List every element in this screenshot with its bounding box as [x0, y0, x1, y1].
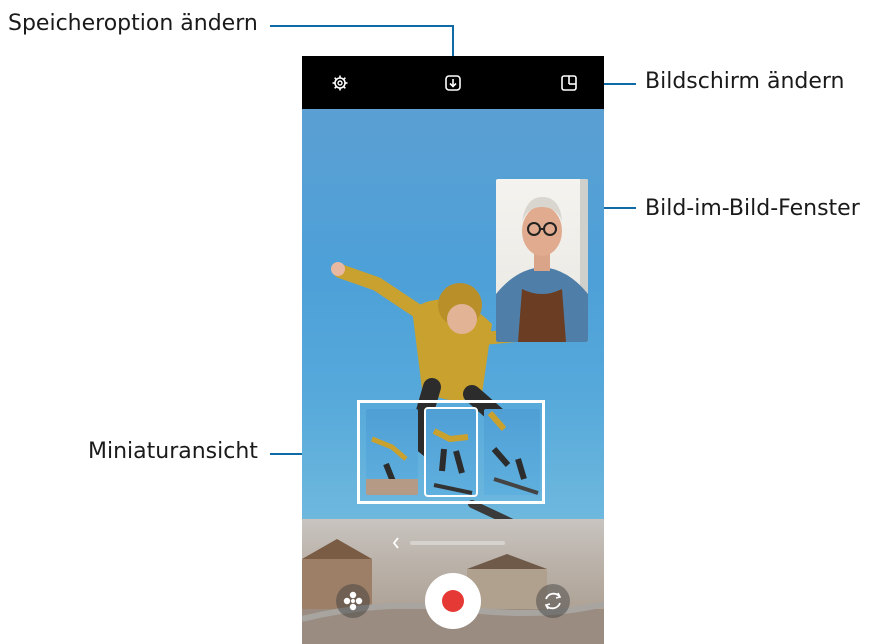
pip-window[interactable]: [496, 179, 588, 342]
callout-thumbnail-view: Miniaturansicht: [88, 439, 258, 464]
person-portrait: [496, 179, 588, 342]
mode-selector[interactable]: [390, 536, 510, 550]
callout-change-screen: Bildschirm ändern: [645, 69, 845, 94]
camera-switch-icon: [544, 592, 562, 610]
callout-pip-window: Bild-im-Bild-Fenster: [645, 196, 860, 221]
thumbnail-view: [357, 400, 545, 504]
switch-camera-button[interactable]: [536, 584, 570, 618]
callout-save-option: Speicheroption ändern: [8, 11, 258, 36]
record-button[interactable]: [425, 573, 481, 629]
camera-topbar: [302, 56, 604, 109]
layout-icon[interactable]: [560, 74, 578, 92]
thumbnail-2[interactable]: [424, 407, 478, 497]
camera-screen: [302, 56, 604, 644]
chevron-left-icon: [392, 537, 399, 549]
thumbnail-3[interactable]: [484, 409, 540, 495]
record-dot: [442, 590, 464, 612]
effects-button[interactable]: [336, 584, 370, 618]
callout-line-save-option: [270, 25, 454, 27]
gear-icon[interactable]: [331, 74, 349, 92]
download-box-icon[interactable]: [444, 74, 462, 92]
thumbnail-1[interactable]: [366, 409, 418, 495]
flower-icon: [343, 591, 363, 611]
